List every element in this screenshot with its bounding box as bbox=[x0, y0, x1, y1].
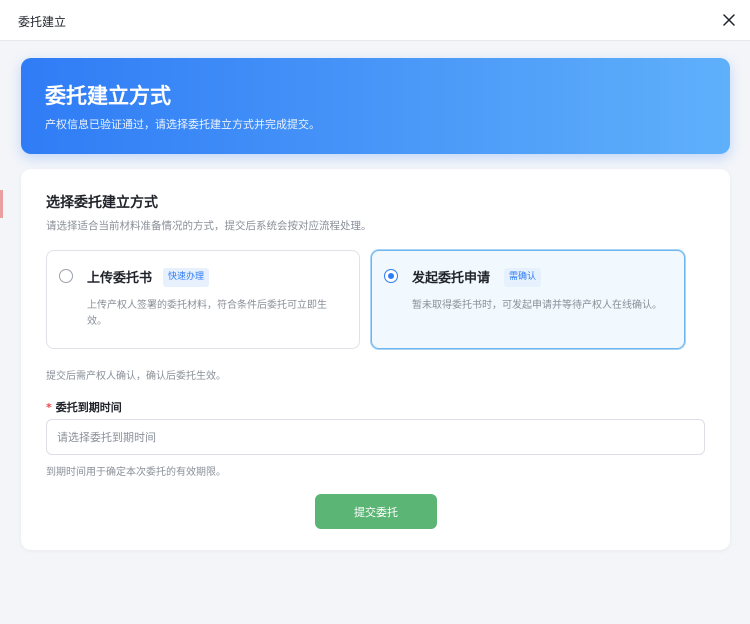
confirmation-note: 提交后需产权人确认，确认后委托生效。 bbox=[46, 371, 226, 382]
option-title: 发起委托申请 bbox=[412, 271, 491, 286]
section-description: 请选择适合当前材料准备情况的方式，提交后系统会按对应流程处理。 bbox=[46, 220, 372, 232]
dialog-header: 委托建立 bbox=[0, 0, 750, 41]
expiry-label-text: 委托到期时间 bbox=[55, 401, 122, 414]
section-title: 选择委托建立方式 bbox=[46, 195, 158, 211]
hero-title: 委托建立方式 bbox=[45, 84, 171, 108]
option-description: 暂未取得委托书时，可发起申请并等待产权人在线确认。 bbox=[412, 300, 662, 311]
hero-banner: 委托建立方式 产权信息已验证通过，请选择委托建立方式并完成提交。 bbox=[21, 58, 730, 154]
radio-upload[interactable] bbox=[59, 269, 73, 283]
edge-marker bbox=[0, 190, 3, 218]
radio-initiate[interactable] bbox=[384, 269, 398, 283]
dialog-title: 委托建立 bbox=[18, 15, 67, 29]
option-badge: 快速办理 bbox=[163, 268, 210, 287]
expiry-date-input[interactable] bbox=[46, 419, 705, 455]
option-initiate-request[interactable]: 发起委托申请 需确认 暂未取得委托书时，可发起申请并等待产权人在线确认。 bbox=[371, 250, 685, 349]
option-badge: 需确认 bbox=[504, 268, 542, 287]
submit-button[interactable]: 提交委托 bbox=[315, 494, 437, 529]
hero-subtitle: 产权信息已验证通过，请选择委托建立方式并完成提交。 bbox=[45, 118, 320, 131]
option-upload-authorization[interactable]: 上传委托书 快速办理 上传产权人签署的委托材料，符合条件后委托可立即生效。 bbox=[46, 250, 360, 349]
expiry-hint: 到期时间用于确定本次委托的有效期限。 bbox=[46, 467, 226, 478]
required-mark: * bbox=[46, 401, 52, 414]
close-icon bbox=[723, 14, 735, 26]
form-card: 选择委托建立方式 请选择适合当前材料准备情况的方式，提交后系统会按对应流程处理。… bbox=[21, 169, 730, 550]
close-button[interactable] bbox=[718, 9, 740, 31]
option-description: 上传产权人签署的委托材料，符合条件后委托可立即生效。 bbox=[87, 300, 327, 327]
expiry-label: * 委托到期时间 bbox=[46, 399, 122, 415]
option-title: 上传委托书 bbox=[87, 271, 153, 286]
